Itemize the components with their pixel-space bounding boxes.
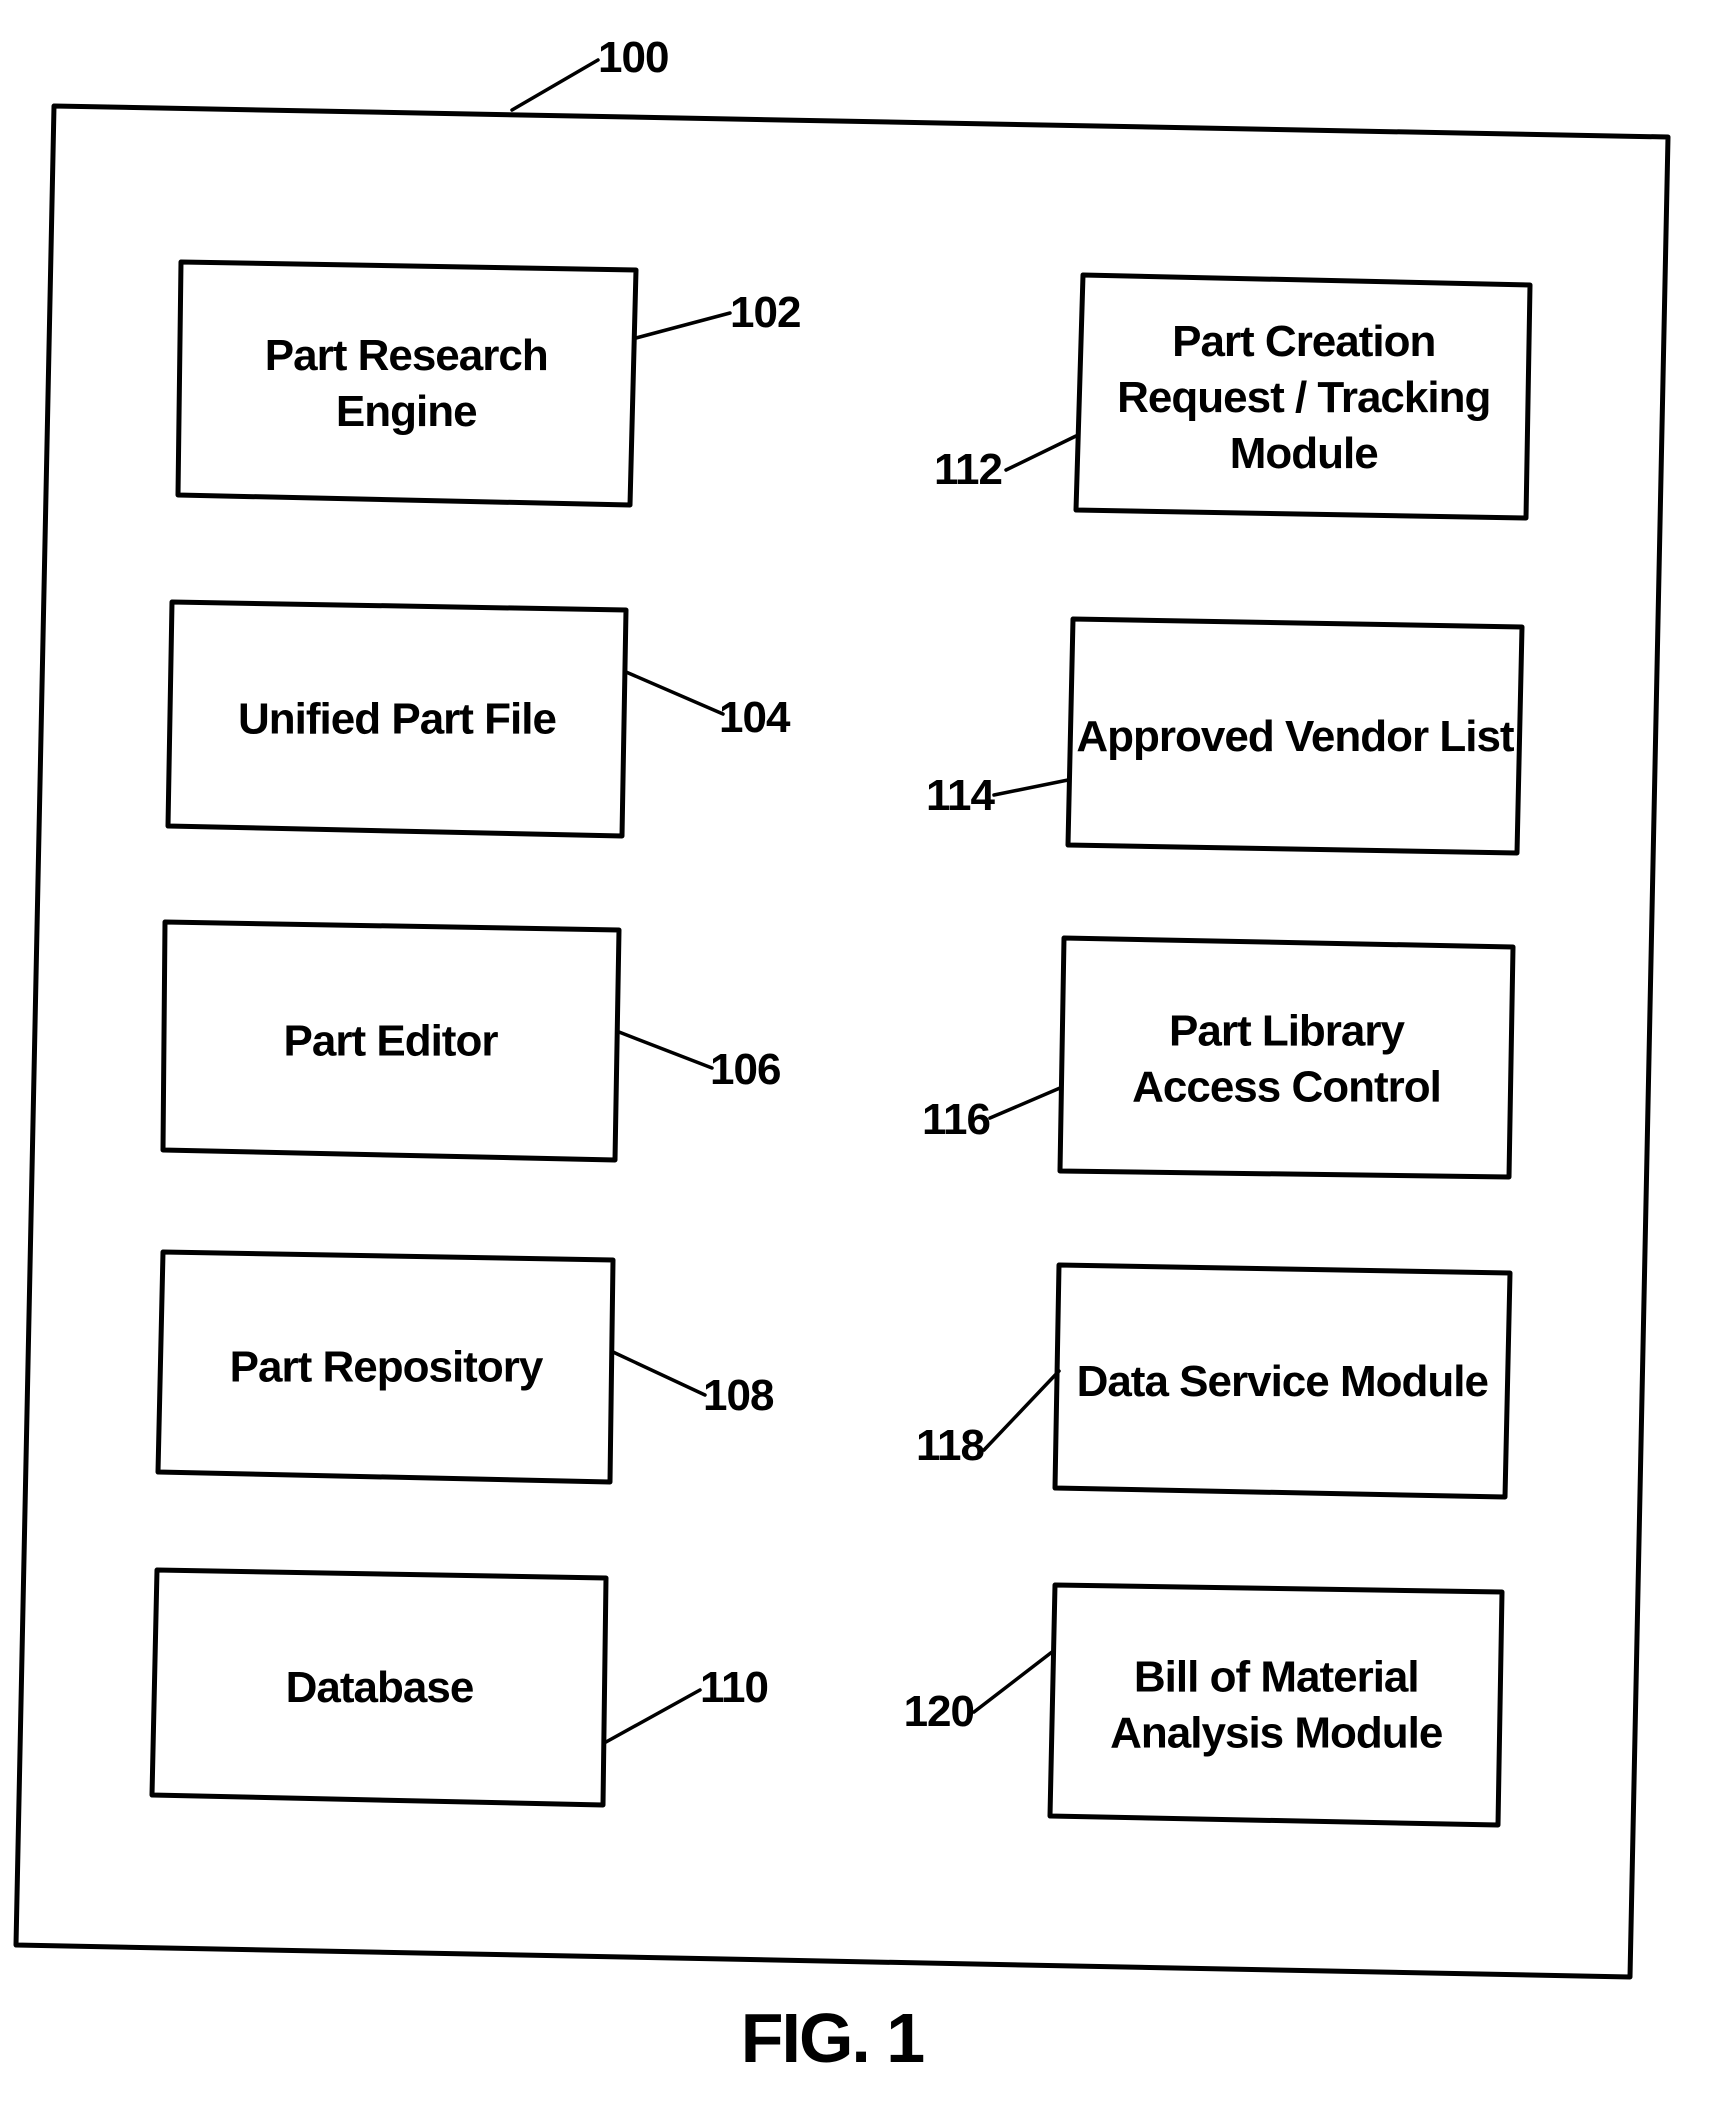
ref-label-120: 120	[904, 1687, 974, 1736]
module-unified-part-file: Unified Part File 104	[165, 599, 792, 839]
module-approved-vendor-list: Approved Vendor List 114	[926, 616, 1525, 856]
ref-label-118: 118	[916, 1421, 985, 1470]
figure-caption: FIG. 1	[741, 1999, 924, 2077]
ref-label-106: 106	[710, 1045, 780, 1094]
module-part-library-access-control: Part Library Access Control 116	[922, 935, 1516, 1180]
module-label-line: Approved Vendor List	[1076, 712, 1515, 761]
module-box	[175, 259, 639, 508]
leader-line-106	[617, 1030, 714, 1070]
module-data-service-module: Data Service Module 118	[916, 1262, 1513, 1500]
leader-line-110	[604, 1688, 702, 1744]
ref-label-102: 102	[730, 288, 800, 337]
leader-line-104	[624, 670, 725, 716]
module-label-line: Part Creation	[1172, 317, 1435, 366]
module-label-line: Unified Part File	[238, 695, 556, 744]
ref-label-108: 108	[703, 1371, 774, 1420]
module-part-editor: Part Editor 106	[160, 919, 781, 1163]
module-bill-of-material-analysis-module: Bill of Material Analysis Module 120	[904, 1582, 1505, 1828]
system-diagram: 100 Part Research Engine 102 Unified Part F…	[13, 33, 1671, 2077]
leader-line-108	[611, 1350, 707, 1397]
leader-line-112	[1004, 434, 1078, 472]
module-label-line: Analysis Module	[1110, 1709, 1442, 1758]
leader-line-118	[982, 1369, 1061, 1452]
module-label-line: Bill of Material	[1134, 1653, 1419, 1702]
leader-line-100	[510, 58, 600, 112]
module-part-research-engine: Part Research Engine 102	[175, 259, 801, 508]
module-part-creation-request-tracking-module: Part Creation Request / Tracking Module 112	[934, 272, 1533, 521]
module-label-line: Module	[1230, 429, 1378, 478]
leader-line-102	[634, 311, 732, 340]
module-label-line: Part Editor	[284, 1017, 499, 1066]
leader-line-120	[972, 1650, 1054, 1714]
module-database: Database 110	[149, 1567, 769, 1808]
module-box	[1057, 935, 1516, 1180]
leader-line-114	[992, 778, 1070, 797]
module-label-line: Request / Tracking	[1117, 373, 1490, 422]
module-label-line: Access Control	[1132, 1062, 1441, 1111]
module-label-line: Engine	[336, 387, 477, 436]
ref-label-110: 110	[700, 1663, 768, 1712]
module-box	[1047, 1582, 1505, 1828]
leader-line-116	[988, 1086, 1062, 1120]
modules-layer: Part Research Engine 102 Unified Part File 1…	[149, 259, 1533, 1828]
module-label-line: Data Service Module	[1077, 1357, 1488, 1406]
module-label-line: Part Library	[1169, 1006, 1406, 1055]
ref-label-116: 116	[922, 1095, 990, 1144]
ref-label-100: 100	[598, 33, 668, 82]
module-label-line: Part Research	[265, 331, 548, 380]
ref-label-114: 114	[926, 771, 996, 820]
module-label-line: Part Repository	[230, 1343, 544, 1392]
ref-label-104: 104	[719, 693, 791, 742]
module-part-repository: Part Repository 108	[155, 1249, 775, 1485]
module-label-line: Database	[286, 1663, 474, 1712]
ref-label-112: 112	[934, 445, 1002, 494]
